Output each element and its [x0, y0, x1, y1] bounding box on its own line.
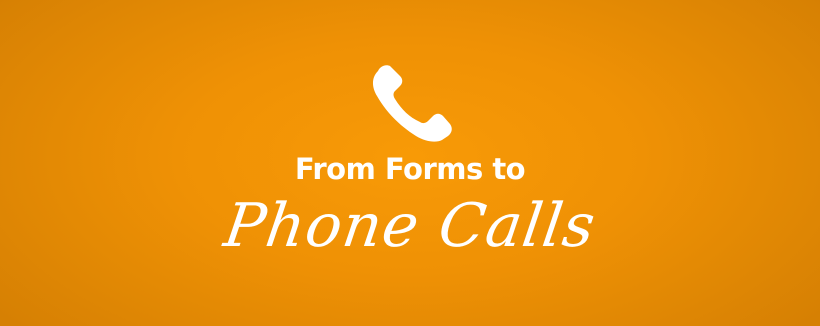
banner: From Forms to Phone Calls: [0, 0, 820, 326]
phone-handset-icon: [366, 62, 454, 142]
headline-line-2: Phone Calls: [219, 191, 601, 261]
headline-line-1: From Forms to: [294, 152, 526, 186]
